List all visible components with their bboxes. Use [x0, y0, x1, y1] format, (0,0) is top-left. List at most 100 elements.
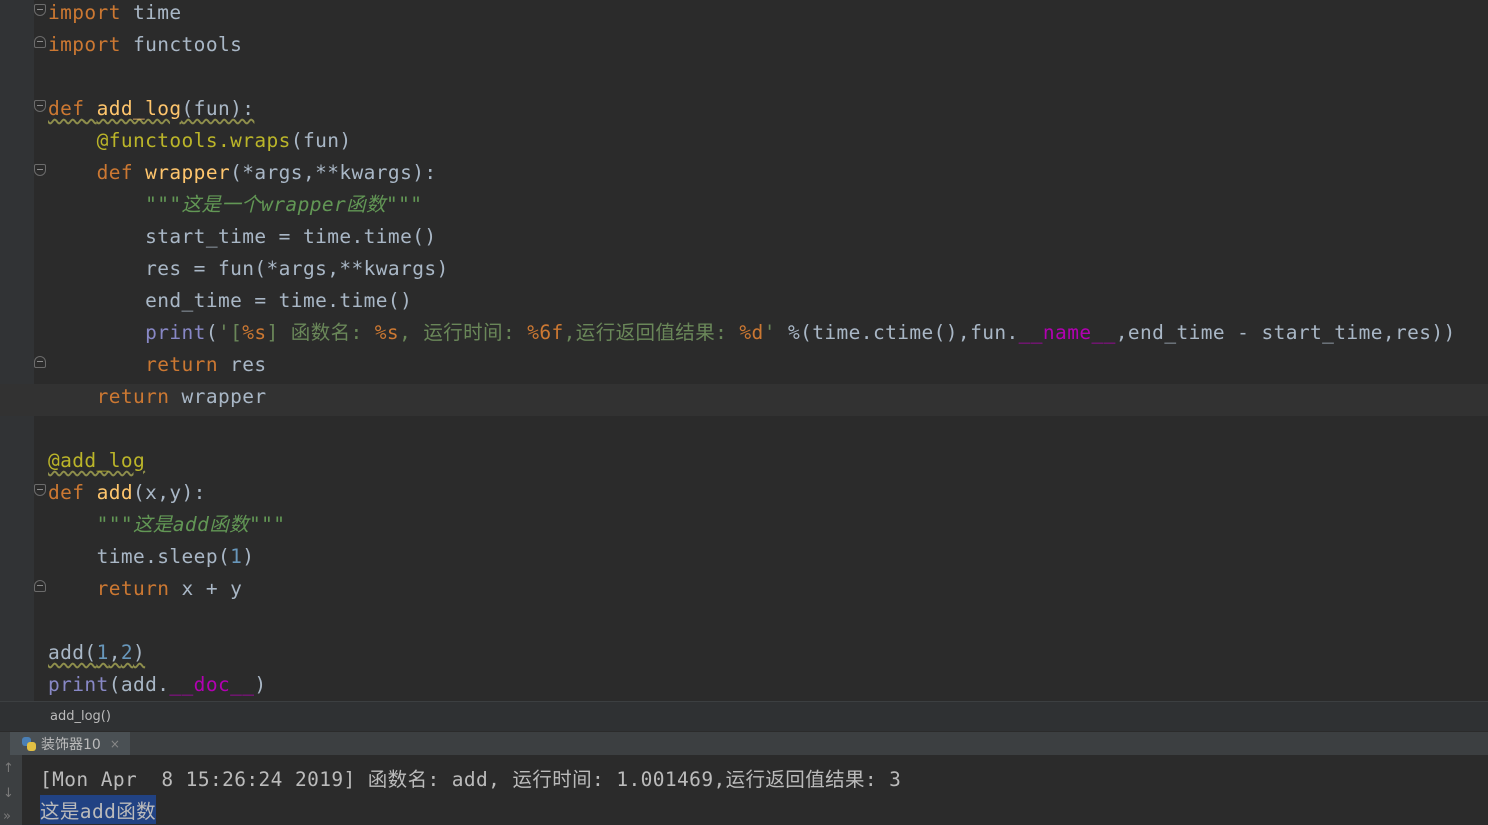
code-line-8: start_time = time.time()	[48, 224, 1488, 256]
keyword-import: import	[48, 33, 121, 56]
builtin-print: print	[145, 321, 206, 344]
keyword-def: def	[48, 97, 85, 120]
call: add(	[48, 641, 97, 664]
string-literal: ] 函数名:	[266, 321, 375, 344]
function-name: add	[96, 481, 133, 504]
breadcrumb: add_log()	[0, 701, 1488, 731]
decorator-args: (fun)	[290, 129, 352, 152]
keyword-return: return	[145, 353, 218, 376]
code-line-12: return res	[48, 352, 1488, 384]
console-output-line-selected: 这是add函数	[40, 795, 157, 824]
fold-icon[interactable]	[34, 484, 46, 496]
code-line-6: def wrapper(*args,**kwargs):	[48, 160, 1488, 192]
string-literal: '[	[217, 321, 243, 344]
function-params: (*args,**kwargs):	[230, 161, 437, 184]
code-line-16: def add(x,y):	[48, 480, 1488, 512]
run-tab-bar: 装饰器10 ×	[0, 731, 1488, 756]
keyword-def: def	[48, 481, 85, 504]
fold-icon[interactable]	[34, 36, 46, 48]
code-line-11: print('[%s] 函数名: %s, 运行时间: %6f,运行返回值结果: …	[48, 320, 1488, 352]
fold-icon[interactable]	[34, 356, 46, 368]
more-icon[interactable]: »	[3, 809, 11, 824]
keyword-return: return	[96, 577, 170, 600]
docstring: 这是一个wrapper函数	[181, 193, 386, 216]
comma: ,	[108, 641, 121, 664]
run-console[interactable]: ↑ ↓ » [Mon Apr 8 15:26:24 2019] 函数名: add…	[0, 755, 1488, 825]
call: (add.	[108, 673, 170, 696]
paren: )	[242, 545, 255, 568]
function-params: (fun):	[181, 97, 255, 120]
docstring: 这是add函数	[132, 513, 250, 536]
fold-column	[34, 0, 47, 701]
arrow-down-icon[interactable]: ↓	[3, 786, 14, 801]
keyword-def: def	[96, 161, 133, 184]
docstring-quote: """	[385, 193, 423, 216]
paren: (	[205, 321, 218, 344]
code-line-4: def add_log(fun):	[48, 96, 1488, 128]
module-name: functools	[120, 33, 243, 56]
code-line-1: import time	[48, 0, 1488, 32]
function-name: add_log	[96, 97, 182, 120]
run-tab-label: 装饰器10	[41, 737, 101, 753]
format-spec: %6f	[527, 321, 564, 344]
console-output-line: [Mon Apr 8 15:26:24 2019] 函数名: add, 运行时间…	[40, 768, 902, 791]
return-value: wrapper	[169, 385, 267, 408]
code-line-5: @functools.wraps(fun)	[48, 128, 1488, 160]
console-toolbar: ↑ ↓ »	[0, 755, 22, 825]
python-icon	[22, 737, 36, 751]
code-line-2: import functools	[48, 32, 1488, 64]
decorator: @add_log	[48, 449, 146, 472]
module-name: time	[120, 1, 182, 24]
paren: )	[254, 673, 267, 696]
format-spec: %s	[242, 321, 267, 344]
format-spec: %s	[374, 321, 400, 344]
code-line-22: print(add.__doc__)	[48, 672, 1488, 701]
fold-icon[interactable]	[34, 100, 46, 112]
number-literal: 2	[120, 641, 133, 664]
format-args: %(time.ctime(),fun.	[775, 321, 1019, 344]
string-literal: , 运行时间:	[399, 321, 528, 344]
magic-attribute: __name__	[1018, 321, 1116, 344]
builtin-print: print	[48, 673, 109, 696]
arrow-up-icon[interactable]: ↑	[3, 761, 14, 776]
fold-icon[interactable]	[34, 4, 46, 16]
code-editor[interactable]: import time import functools def add_log…	[0, 0, 1488, 701]
fold-icon[interactable]	[34, 164, 46, 176]
code-line-18: time.sleep(1)	[48, 544, 1488, 576]
function-params: (x,y):	[132, 481, 206, 504]
code-line-17: """这是add函数"""	[48, 512, 1488, 544]
statement: end_time = time.time()	[145, 289, 413, 312]
code-line-13-current: return wrapper	[0, 384, 1488, 416]
docstring-quote: """	[96, 513, 133, 536]
code-line-19: return x + y	[48, 576, 1488, 608]
format-args: ,end_time - start_time,res))	[1115, 321, 1456, 344]
docstring-quote: """	[249, 513, 286, 536]
string-literal: ,运行返回值结果:	[563, 321, 740, 344]
line-gutter	[0, 0, 34, 701]
code-line-21: add(1,2)	[48, 640, 1488, 672]
docstring-quote: """	[145, 193, 182, 216]
breadcrumb-item[interactable]: add_log()	[50, 709, 111, 724]
statement: time.sleep(	[96, 545, 231, 568]
run-tab[interactable]: 装饰器10 ×	[10, 732, 130, 756]
keyword-return: return	[96, 385, 170, 408]
format-spec: %d	[739, 321, 764, 344]
code-lines[interactable]: import time import functools def add_log…	[0, 0, 1488, 701]
magic-attribute: __doc__	[169, 673, 255, 696]
number-literal: 1	[96, 641, 109, 664]
close-icon[interactable]: ×	[110, 737, 120, 751]
statement: res = fun(*args,**kwargs)	[145, 257, 449, 280]
function-name: wrapper	[145, 161, 231, 184]
keyword-import: import	[48, 1, 121, 24]
decorator: @functools.wraps	[96, 129, 291, 152]
string-literal: '	[763, 321, 776, 344]
statement: start_time = time.time()	[145, 225, 437, 248]
number-literal: 1	[230, 545, 243, 568]
return-value: x + y	[169, 577, 243, 600]
fold-icon[interactable]	[34, 580, 46, 592]
code-line-15: @add_log	[48, 448, 1488, 480]
code-line-9: res = fun(*args,**kwargs)	[48, 256, 1488, 288]
